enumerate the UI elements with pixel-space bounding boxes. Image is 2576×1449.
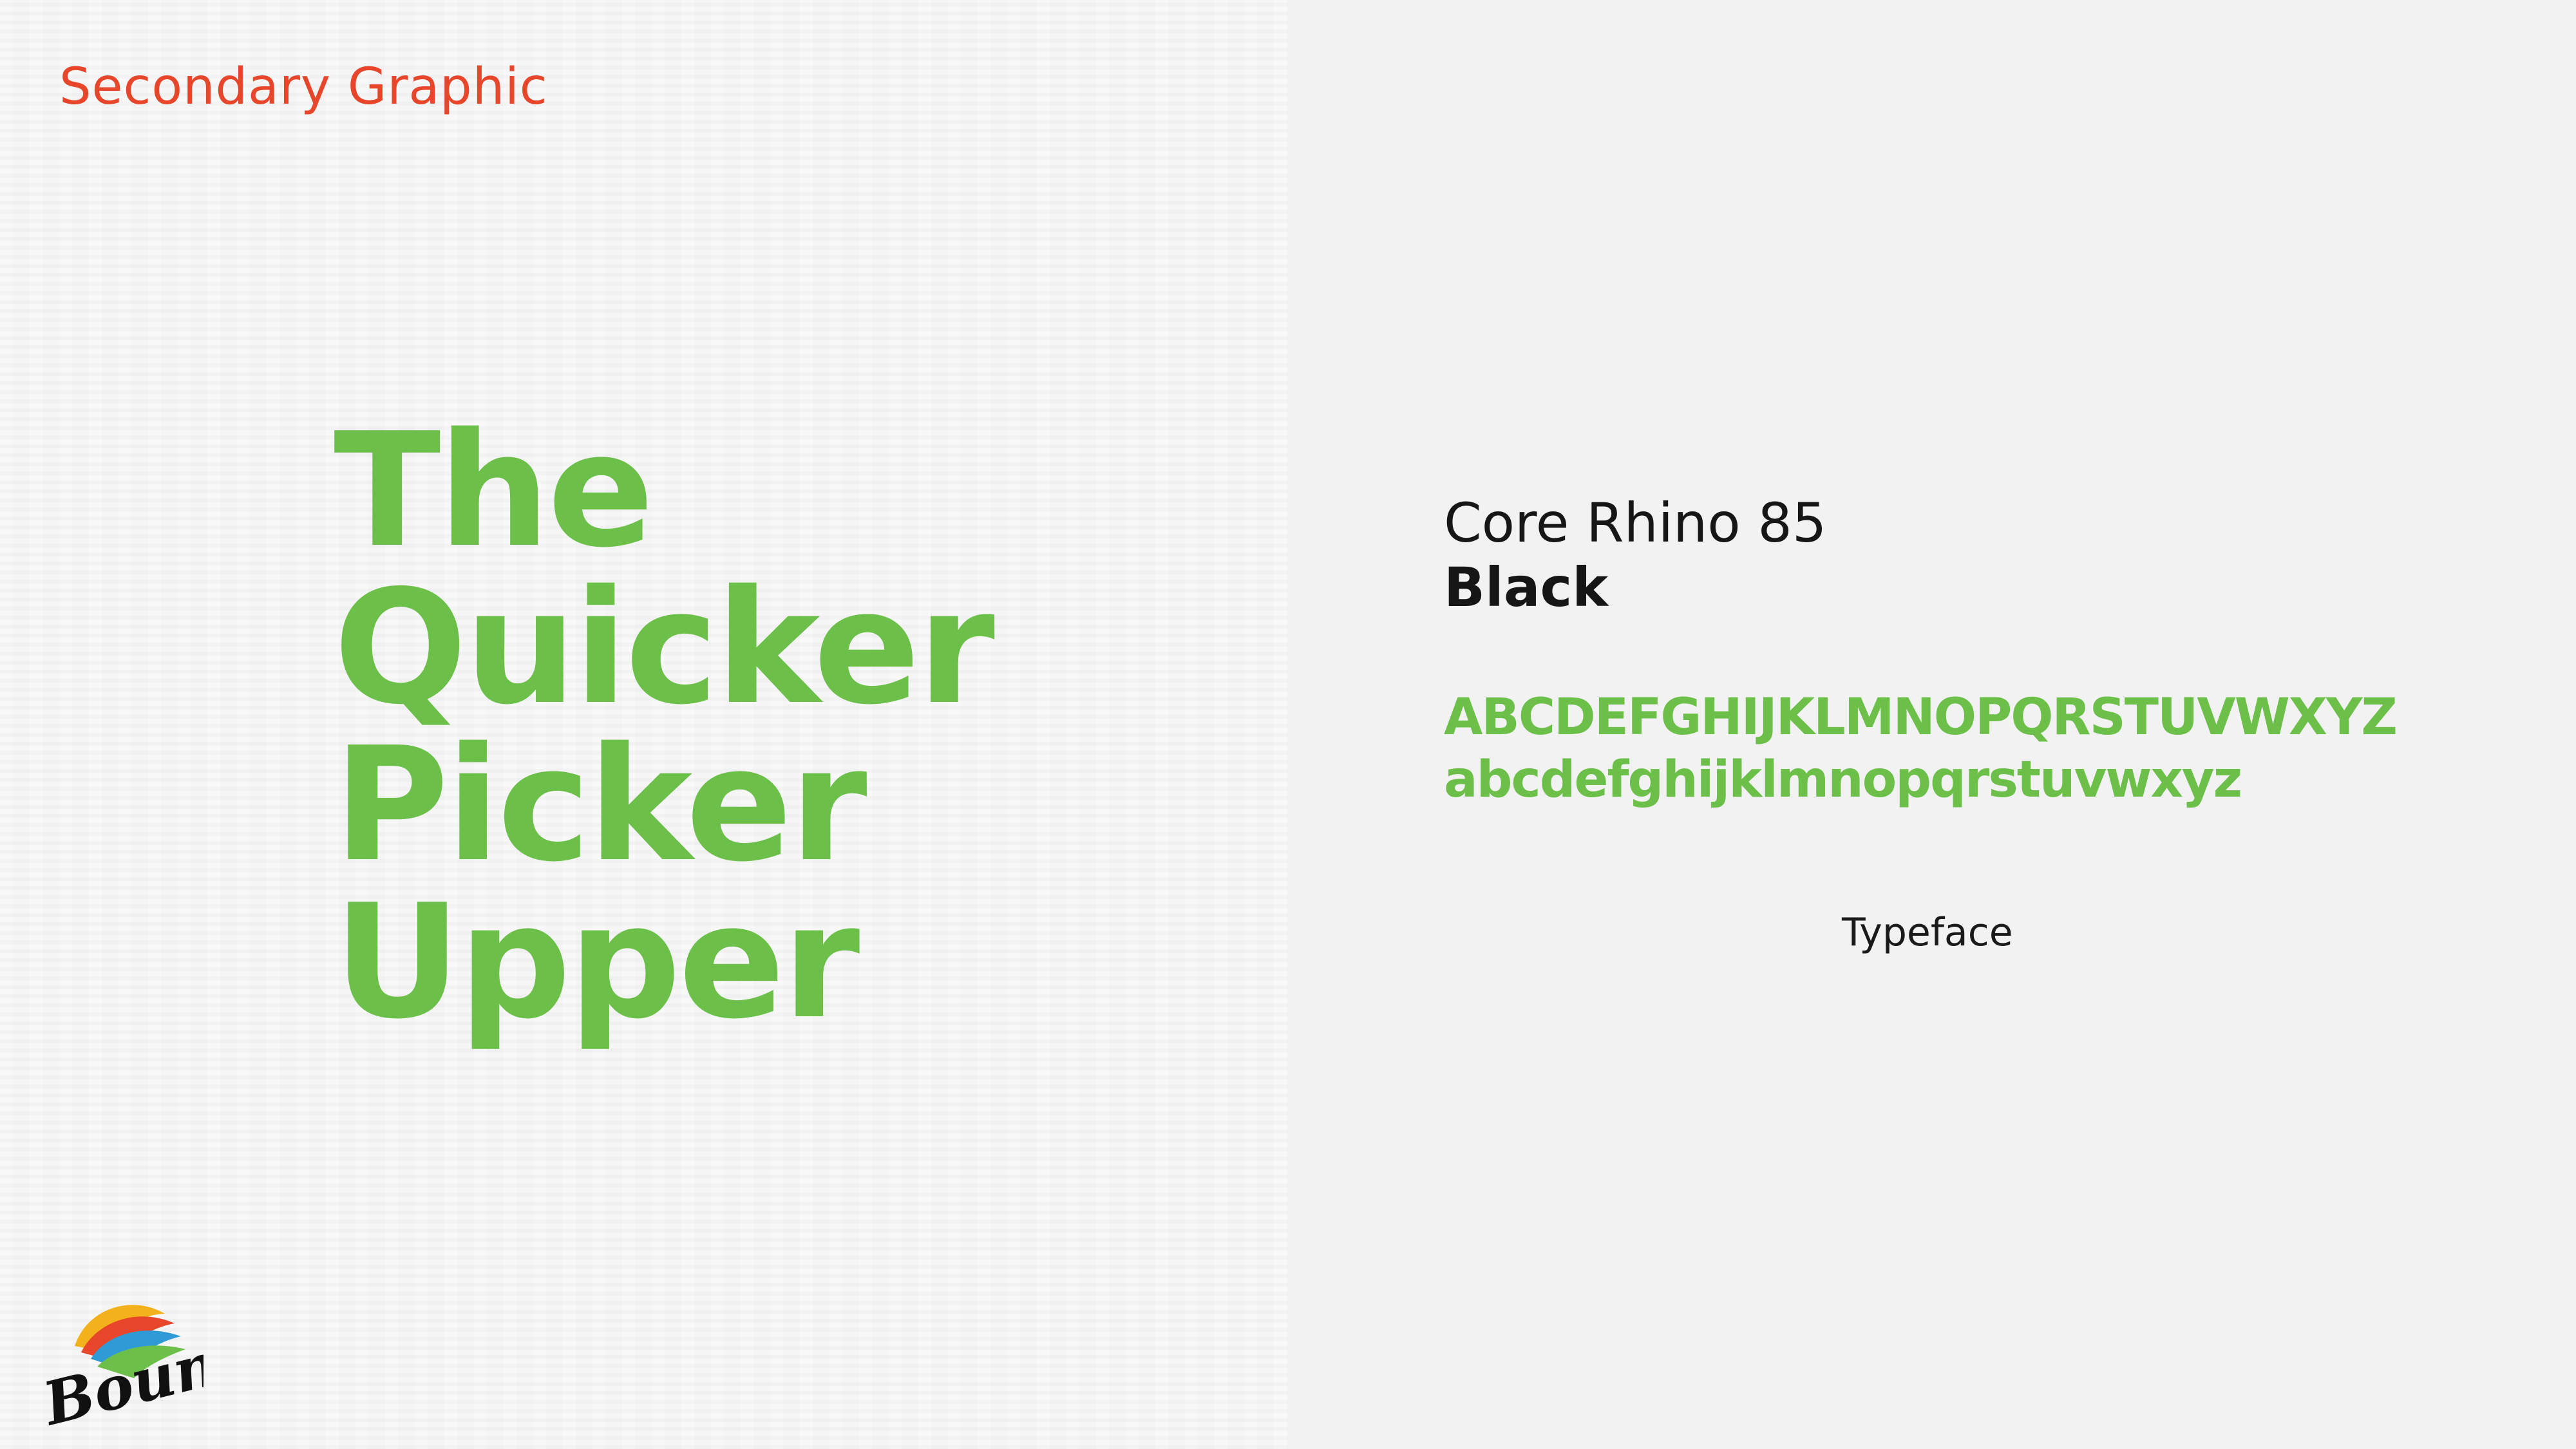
bounty-logo-icon: Bounty — [35, 1288, 288, 1439]
font-weight: Black — [1444, 556, 1609, 619]
alphabet-uppercase: ABCDEFGHIJKLMNOPQRSTUVWXYZ — [1444, 688, 2398, 746]
section-label: Secondary Graphic — [59, 58, 548, 116]
alphabet-lowercase: abcdefghijklmnopqrstuvwxyz — [1444, 751, 2242, 809]
headline: The Quicker Picker Upper — [334, 399, 995, 1054]
headline-line-1: The — [334, 399, 654, 582]
font-name: Core Rhino 85 — [1444, 491, 1827, 554]
headline-line-3: Picker — [334, 714, 867, 896]
typeface-caption: Typeface — [1842, 910, 2013, 955]
headline-line-2: Quicker — [334, 556, 995, 739]
headline-line-4: Upper — [334, 871, 860, 1054]
